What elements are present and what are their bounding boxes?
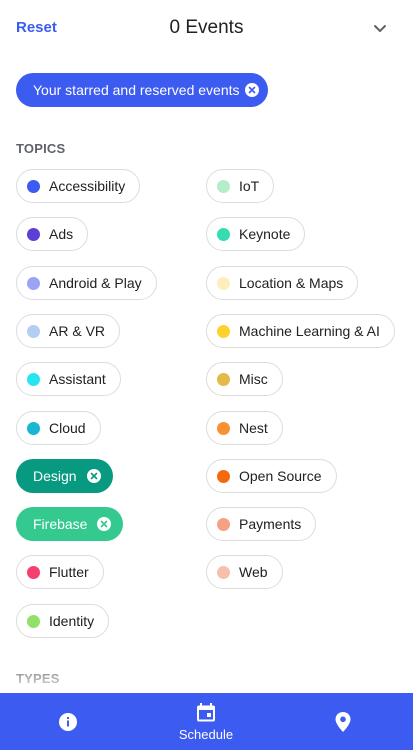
topic-color-dot	[217, 324, 230, 338]
topic-chip-label: Assistant	[49, 371, 106, 387]
close-icon[interactable]	[97, 517, 112, 531]
topic-chip-label: Identity	[49, 613, 95, 629]
topic-chip-cloud[interactable]: Cloud	[16, 411, 101, 445]
info-icon	[59, 713, 77, 731]
nav-schedule-label: Schedule	[178, 727, 234, 742]
topic-color-dot	[27, 179, 40, 193]
topic-chip-label: Payments	[239, 516, 302, 532]
topic-chip-label: Nest	[239, 420, 268, 436]
topic-chip-label: Location & Maps	[239, 275, 344, 291]
topic-chip-label: AR & VR	[49, 323, 106, 339]
events-count-title: 0 Events	[169, 17, 244, 38]
topic-chip-misc[interactable]: Misc	[206, 362, 283, 396]
scroll-fade	[0, 660, 413, 693]
starred-filter-label: Your starred and reserved events	[33, 82, 240, 98]
topic-color-dot	[217, 517, 230, 531]
topic-chip-ads[interactable]: Ads	[16, 217, 89, 251]
calendar-icon	[197, 703, 215, 722]
close-icon[interactable]	[245, 83, 259, 97]
map-pin-icon	[335, 712, 351, 732]
topic-chip-payments[interactable]: Payments	[206, 507, 317, 541]
topic-chip-label: Design	[33, 468, 77, 484]
topic-chip-assistant[interactable]: Assistant	[16, 362, 121, 396]
topic-color-dot	[27, 324, 40, 338]
topic-chip-flutter[interactable]: Flutter	[16, 555, 104, 589]
topic-color-dot	[217, 227, 230, 241]
topic-color-dot	[27, 614, 40, 628]
nav-info[interactable]	[18, 693, 118, 750]
types-section-label: TYPES	[16, 671, 60, 686]
topic-chip-machine-learning-ai[interactable]: Machine Learning & AI	[206, 314, 395, 348]
topic-chip-label: Machine Learning & AI	[239, 323, 380, 339]
topic-color-dot	[217, 179, 230, 193]
topic-chip-label: IoT	[239, 178, 260, 194]
topic-chip-accessibility[interactable]: Accessibility	[16, 169, 141, 203]
topic-chip-label: Cloud	[49, 420, 86, 436]
nav-map[interactable]	[293, 693, 393, 750]
topic-chip-label: Android & Play	[49, 275, 142, 291]
topic-chip-firebase[interactable]: Firebase	[16, 507, 124, 541]
topic-chip-label: Firebase	[33, 516, 88, 532]
topic-color-dot	[27, 276, 40, 290]
topic-chip-label: Flutter	[49, 564, 89, 580]
chevron-down-icon[interactable]	[372, 20, 388, 36]
topic-color-dot	[217, 565, 230, 579]
topic-color-dot	[217, 421, 230, 435]
topic-color-dot	[27, 565, 40, 579]
topic-chip-label: Ads	[49, 226, 74, 242]
topic-chip-keynote[interactable]: Keynote	[206, 217, 306, 251]
topic-color-dot	[217, 469, 230, 483]
filter-header: Reset 0 Events	[0, 0, 413, 56]
starred-reserved-filter-chip[interactable]: Your starred and reserved events	[16, 73, 268, 107]
topic-chip-android-play[interactable]: Android & Play	[16, 266, 157, 300]
topic-color-dot	[27, 227, 40, 241]
topic-color-dot	[217, 276, 230, 290]
bottom-navigation: Schedule	[0, 693, 413, 750]
topic-chip-nest[interactable]: Nest	[206, 411, 283, 445]
topic-chip-label: Web	[239, 564, 268, 580]
topic-chip-label: Keynote	[239, 226, 291, 242]
topic-chip-web[interactable]: Web	[206, 555, 283, 589]
topic-chip-design[interactable]: Design	[16, 459, 113, 493]
close-icon[interactable]	[86, 469, 101, 483]
topic-chip-label: Accessibility	[49, 178, 126, 194]
topic-color-dot	[217, 372, 230, 386]
topic-chip-ar-vr[interactable]: AR & VR	[16, 314, 121, 348]
topic-color-dot	[27, 421, 40, 435]
topic-chip-label: Misc	[239, 371, 268, 387]
topic-chip-iot[interactable]: IoT	[206, 169, 275, 203]
topic-chip-identity[interactable]: Identity	[16, 604, 110, 638]
topics-section-label: TOPICS	[16, 141, 66, 156]
topic-color-dot	[27, 372, 40, 386]
topic-chip-location-maps[interactable]: Location & Maps	[206, 266, 359, 300]
topic-chip-open-source[interactable]: Open Source	[206, 459, 337, 493]
topic-chip-label: Open Source	[239, 468, 322, 484]
nav-schedule[interactable]: Schedule	[156, 693, 256, 750]
